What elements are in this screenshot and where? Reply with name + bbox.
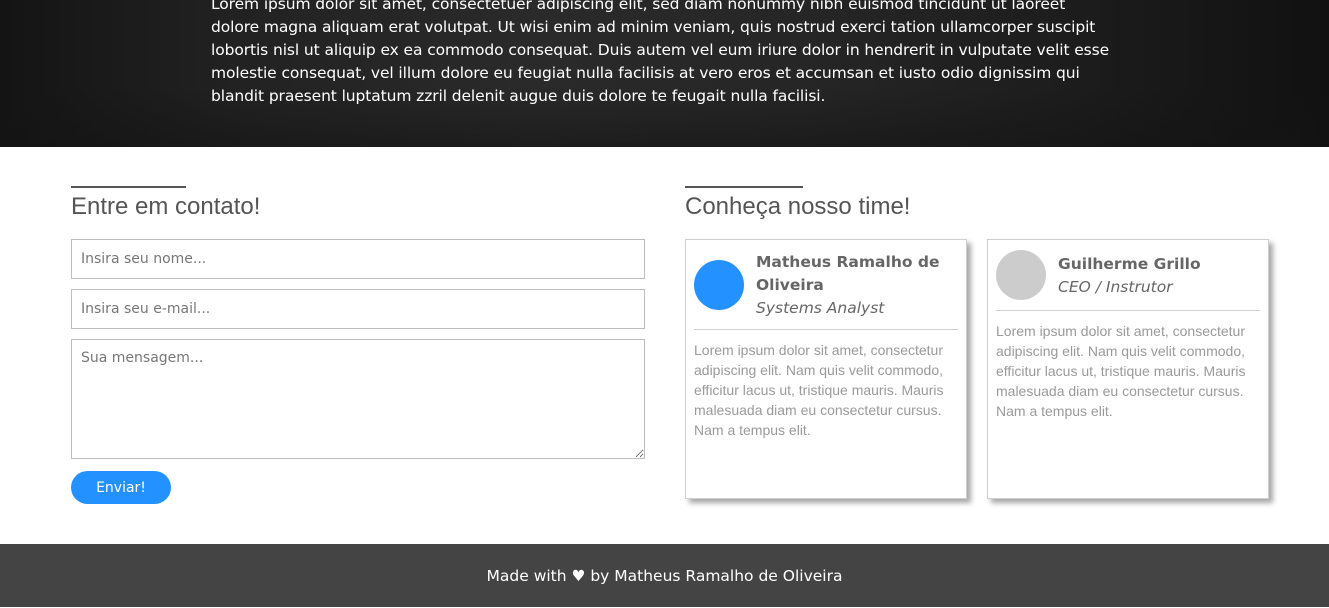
send-button[interactable]: Enviar! bbox=[71, 471, 171, 504]
avatar bbox=[996, 250, 1046, 300]
member-bio: Lorem ipsum dolor sit amet, consectetur … bbox=[694, 342, 944, 438]
team-card: Guilherme Grillo CEO / Instrutor Lorem i… bbox=[987, 239, 1269, 499]
message-textarea[interactable] bbox=[71, 339, 645, 459]
team-title: Conheça nosso time! bbox=[685, 193, 911, 220]
hero-paragraph: Lorem ipsum dolor sit amet, consectetuer… bbox=[211, 0, 1110, 105]
team-card: Matheus Ramalho de Oliveira Systems Anal… bbox=[685, 239, 967, 499]
contact-title: Entre em contato! bbox=[71, 193, 261, 220]
card-divider bbox=[694, 329, 958, 330]
member-name: Guilherme Grillo bbox=[1058, 255, 1201, 273]
member-bio: Lorem ipsum dolor sit amet, consectetur … bbox=[996, 323, 1246, 419]
name-input[interactable] bbox=[71, 239, 645, 279]
contact-title-underline bbox=[71, 186, 186, 188]
member-role: Systems Analyst bbox=[756, 299, 885, 317]
footer: Made with ♥ by Matheus Ramalho de Olivei… bbox=[0, 544, 1329, 607]
hero-banner: Lorem ipsum dolor sit amet, consectetuer… bbox=[0, 0, 1329, 147]
avatar bbox=[694, 260, 744, 310]
footer-credit: Made with ♥ by Matheus Ramalho de Olivei… bbox=[486, 567, 843, 585]
team-title-underline bbox=[685, 186, 803, 188]
email-input[interactable] bbox=[71, 289, 645, 329]
card-divider bbox=[996, 310, 1260, 311]
member-name: Matheus Ramalho de Oliveira bbox=[756, 253, 940, 294]
member-role: CEO / Instrutor bbox=[1058, 278, 1173, 296]
